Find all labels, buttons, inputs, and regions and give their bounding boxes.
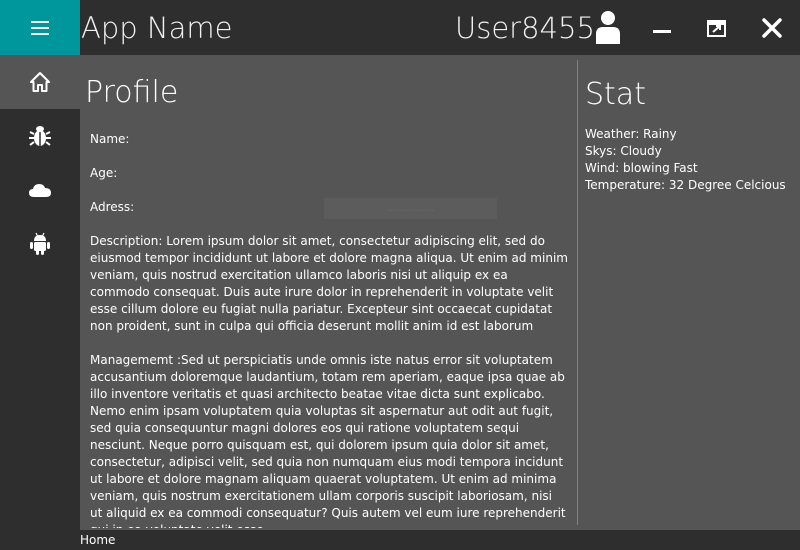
status-bar: Home (0, 530, 800, 550)
name-label: Name: (90, 132, 130, 146)
user-icon[interactable] (593, 10, 623, 44)
stat-skys: Skys: Cloudy (585, 144, 662, 158)
maximize-button[interactable] (701, 12, 733, 44)
home-icon (30, 72, 50, 92)
ghost-tooltip: ............... (324, 198, 497, 219)
app-title: App Name (81, 11, 233, 45)
stat-list: Weather: Rainy Skys: Cloudy Wind: blowin… (585, 126, 786, 194)
sidebar-item-cloud[interactable] (0, 163, 80, 217)
description-text: Description: Lorem ipsum dolor sit amet,… (90, 234, 568, 333)
sidebar-item-android[interactable] (0, 217, 80, 271)
age-label: Age: (90, 166, 118, 180)
vertical-divider (577, 60, 578, 525)
stat-wind: Wind: blowing Fast (585, 161, 698, 175)
management-text: Managememt :Sed ut perspiciatis unde omn… (90, 353, 566, 528)
sidebar (0, 55, 80, 550)
user-name: User8455 (455, 11, 595, 45)
sidebar-item-home[interactable] (0, 55, 80, 109)
sidebar-item-bug[interactable] (0, 109, 80, 163)
android-icon (30, 232, 50, 255)
bug-icon (29, 126, 51, 146)
stat-weather: Weather: Rainy (585, 127, 677, 141)
hamburger-menu-icon (31, 20, 49, 35)
stat-temperature: Temperature: 32 Degree Celcious (585, 178, 786, 192)
status-text: Home (80, 533, 116, 547)
stat-title: Stat (585, 77, 646, 112)
cloud-icon (29, 184, 51, 197)
close-icon (762, 18, 782, 38)
close-button[interactable] (756, 12, 788, 44)
maximize-icon (707, 20, 726, 37)
main-content: Profile Name: Age: Adress: .............… (80, 55, 800, 530)
minimize-button[interactable] (646, 12, 678, 44)
title-bar: App Name User8455 (0, 0, 800, 55)
profile-title: Profile (85, 75, 179, 110)
address-label: Adress: (90, 200, 135, 214)
minimize-icon (653, 30, 671, 33)
hamburger-menu-button[interactable] (0, 0, 80, 55)
